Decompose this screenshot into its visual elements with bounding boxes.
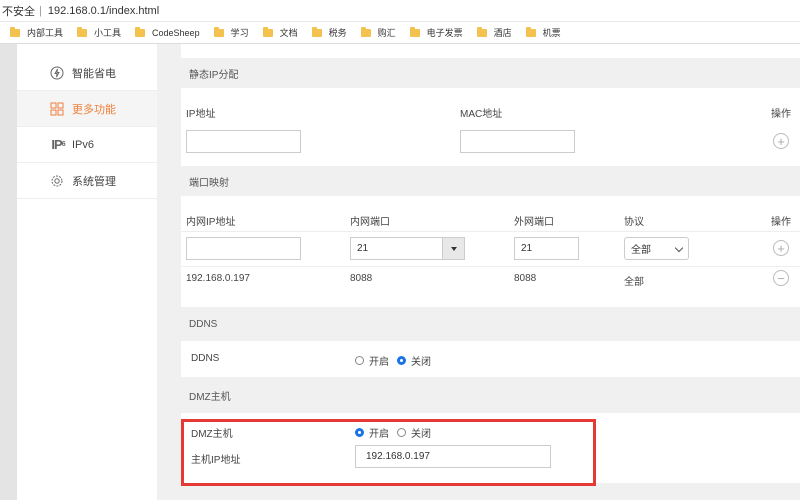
grid-icon <box>50 102 64 116</box>
folder-icon <box>135 26 146 37</box>
host-ip-label: 主机IP地址 <box>191 455 241 466</box>
row-divider <box>181 266 800 267</box>
dmz-off-radio[interactable]: 关闭 <box>397 425 431 440</box>
security-indicator[interactable]: 不安全 <box>2 3 35 19</box>
section-title-static-ip: 静态IP分配 <box>189 69 239 81</box>
protocol-value: 全部 <box>631 245 651 256</box>
row-wan-port: 8088 <box>514 273 537 284</box>
sidebar-item-power-saving[interactable]: 智能省电 <box>17 55 157 91</box>
radio-checked-icon <box>397 356 406 365</box>
folder-icon <box>360 26 371 37</box>
bookmark-item[interactable]: 机票 <box>525 26 561 39</box>
folder-icon <box>77 26 88 37</box>
add-icon[interactable]: + <box>773 133 789 149</box>
row-lan-port: 8088 <box>350 273 373 284</box>
col-header-lan-ip: 内网IP地址 <box>186 217 236 228</box>
row-lan-ip: 192.168.0.197 <box>186 273 250 284</box>
lan-port-value: 21 <box>357 243 369 254</box>
row-protocol: 全部 <box>624 277 644 288</box>
router-admin-app: 智能省电 更多功能 IP 6 IPv6 系统管理 静态IP分配 IP地址 MAC地… <box>0 44 800 500</box>
ddns-label: DDNS <box>191 353 220 364</box>
static-ip-card: IP地址 MAC地址 操作 + <box>181 88 800 166</box>
sidebar-item-label: IPv6 <box>72 138 95 151</box>
ddns-off-radio[interactable]: 关闭 <box>397 353 431 368</box>
gear-icon <box>50 174 64 188</box>
sidebar-item-label: 更多功能 <box>72 103 116 116</box>
bookmark-item[interactable]: 税务 <box>311 26 347 39</box>
dmz-on-radio[interactable]: 开启 <box>355 425 389 440</box>
row-divider <box>181 231 800 232</box>
sidebar: 智能省电 更多功能 IP 6 IPv6 系统管理 <box>17 44 157 500</box>
left-gutter <box>0 44 17 500</box>
bookmark-item[interactable]: 电子发票 <box>409 26 463 39</box>
url-text[interactable]: 192.168.0.1/index.html <box>48 5 159 17</box>
mac-address-input[interactable] <box>460 130 575 153</box>
sidebar-item-more-features[interactable]: 更多功能 <box>17 91 157 127</box>
bookmark-item[interactable]: 学习 <box>213 26 249 39</box>
sidebar-top-spacer <box>17 44 157 55</box>
folder-icon <box>409 26 420 37</box>
folder-icon <box>10 26 20 37</box>
address-bar[interactable]: 不安全 | 192.168.0.1/index.html <box>0 0 800 22</box>
ddns-card: DDNS 开启 关闭 <box>181 341 800 377</box>
dmz-card: DMZ主机 开启 关闭 主机IP地址 192.168.0.197 <box>181 413 800 483</box>
dropdown-arrow-icon[interactable] <box>442 238 464 259</box>
bookmark-item[interactable]: 购汇 <box>360 26 396 39</box>
sidebar-item-label: 智能省电 <box>72 67 116 80</box>
sidebar-item-system[interactable]: 系统管理 <box>17 163 157 199</box>
radio-checked-icon <box>355 428 364 437</box>
folder-icon <box>476 26 487 37</box>
bookmark-item[interactable]: 小工具 <box>77 26 121 39</box>
radio-unchecked-icon <box>355 356 364 365</box>
section-title-port-mapping: 端口映射 <box>189 177 229 189</box>
sidebar-item-ipv6[interactable]: IP 6 IPv6 <box>17 127 157 163</box>
bookmark-item[interactable]: CodeSheep <box>135 26 200 38</box>
bookmark-item[interactable]: 文档 <box>262 26 298 39</box>
ipv6-icon: IP 6 <box>51 137 65 152</box>
chevron-down-icon <box>674 243 684 253</box>
bookmark-item[interactable]: 内部工具 <box>10 26 63 39</box>
static-ip-input[interactable] <box>186 130 301 153</box>
lan-ip-input[interactable] <box>186 237 301 260</box>
col-header-lan-port: 内网端口 <box>350 217 390 228</box>
protocol-select[interactable]: 全部 <box>624 237 689 260</box>
folder-icon <box>213 26 224 37</box>
section-title-ddns: DDNS <box>189 318 218 330</box>
remove-icon[interactable]: − <box>773 270 789 286</box>
folder-icon <box>262 26 273 37</box>
main-content: 静态IP分配 IP地址 MAC地址 操作 + 端口映射 内网IP地址 内网端口 … <box>181 44 800 500</box>
radio-unchecked-icon <box>397 428 406 437</box>
folder-icon <box>311 26 322 37</box>
dmz-label: DMZ主机 <box>191 429 233 440</box>
wan-port-input[interactable]: 21 <box>514 237 579 260</box>
col-header-action: 操作 <box>771 109 791 120</box>
port-mapping-card: 内网IP地址 内网端口 外网端口 协议 操作 21 21 全部 + 192.16… <box>181 196 800 307</box>
power-icon <box>50 66 64 80</box>
col-header-protocol: 协议 <box>624 217 644 228</box>
col-header-mac: MAC地址 <box>460 109 503 120</box>
ddns-on-radio[interactable]: 开启 <box>355 353 389 368</box>
bookmarks-bar: 内部工具 小工具 CodeSheep 学习 文档 税务 购汇 电子发票 酒店 机… <box>0 22 800 44</box>
col-header-ip: IP地址 <box>186 109 216 120</box>
sidebar-item-label: 系统管理 <box>72 175 116 188</box>
col-header-action: 操作 <box>771 217 791 228</box>
address-separator: | <box>39 4 42 17</box>
lan-port-select[interactable]: 21 <box>350 237 465 260</box>
folder-icon <box>525 26 536 37</box>
section-title-dmz: DMZ主机 <box>189 391 231 403</box>
col-header-wan-port: 外网端口 <box>514 217 554 228</box>
bookmark-item[interactable]: 酒店 <box>476 26 512 39</box>
host-ip-input[interactable]: 192.168.0.197 <box>355 445 551 468</box>
previous-section-tail <box>181 44 800 58</box>
add-icon[interactable]: + <box>773 240 789 256</box>
